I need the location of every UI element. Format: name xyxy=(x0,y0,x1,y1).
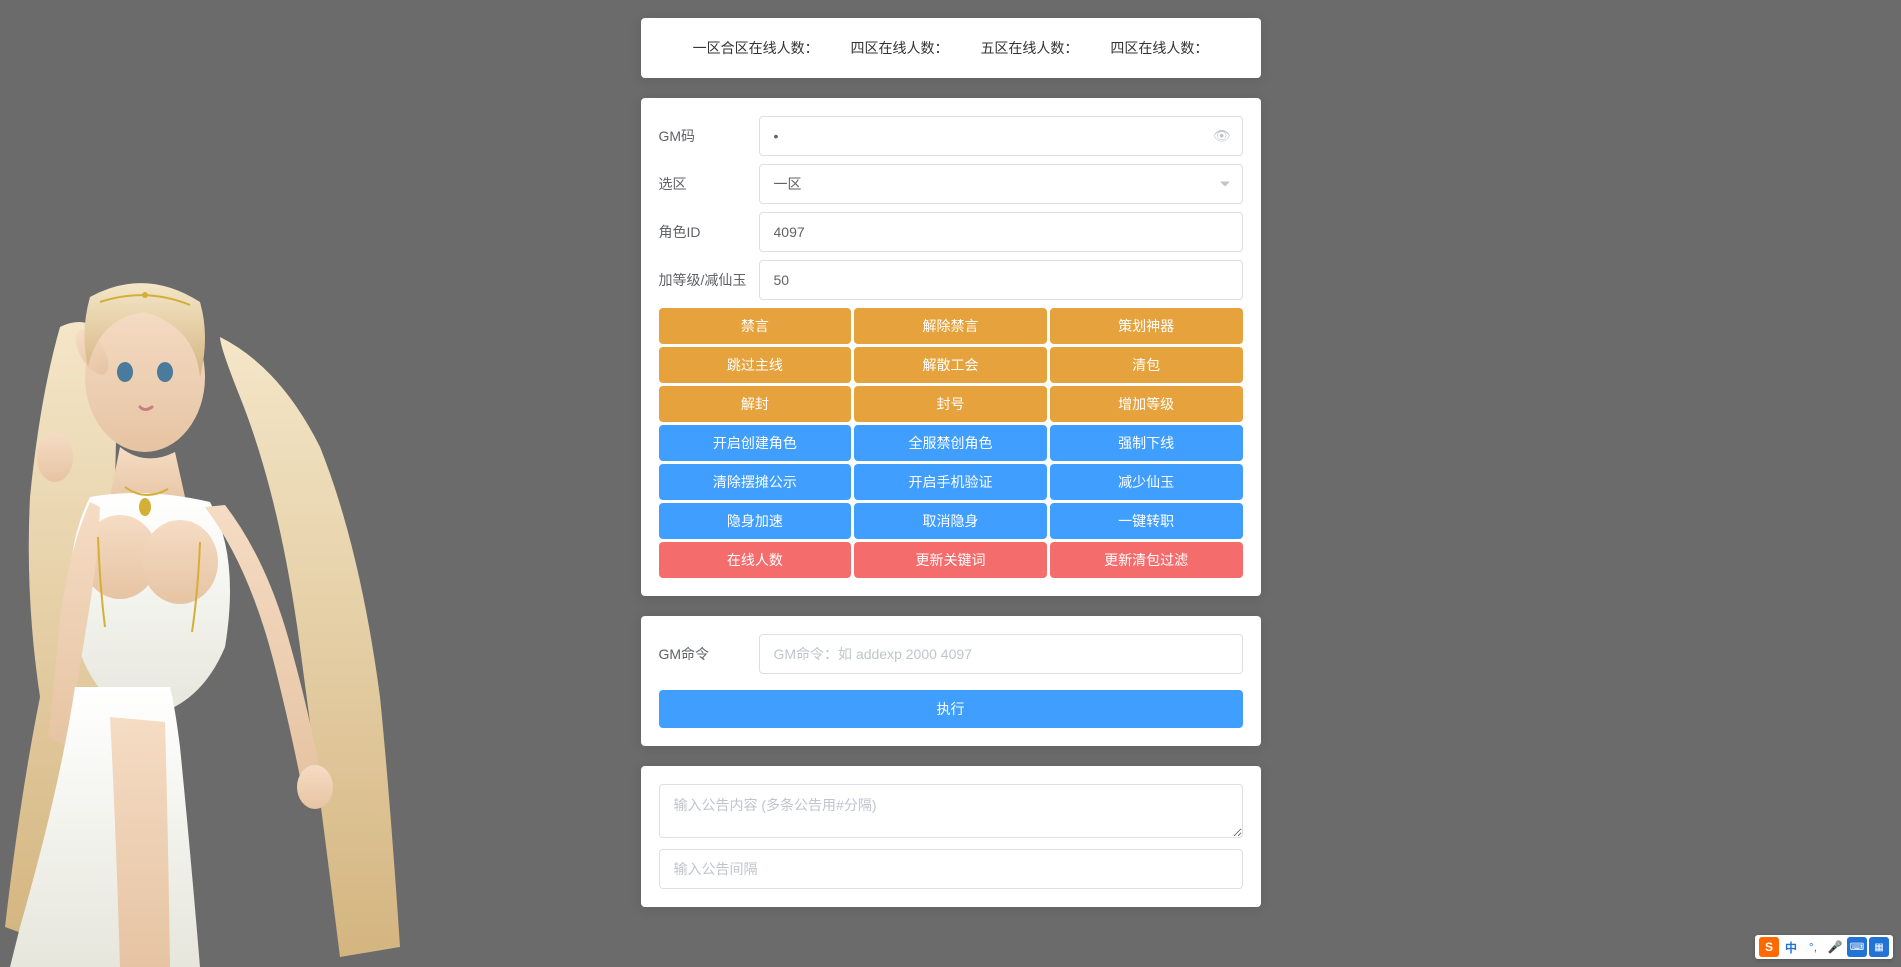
eye-icon[interactable]: 👁 xyxy=(1213,128,1231,145)
grid-icon[interactable]: ▦ xyxy=(1869,937,1889,957)
add-level-button[interactable]: 增加等级 xyxy=(1050,386,1243,422)
sogou-logo-icon[interactable]: S xyxy=(1759,937,1779,957)
zone1-status: 一区合区在线人数： xyxy=(693,40,819,56)
reduce-jade-button[interactable]: 减少仙玉 xyxy=(1050,464,1243,500)
announce-interval-input[interactable] xyxy=(659,849,1243,889)
enable-phone-verify-button[interactable]: 开启手机验证 xyxy=(854,464,1047,500)
open-create-role-button[interactable]: 开启创建角色 xyxy=(659,425,852,461)
gm-command-label: GM命令 xyxy=(659,644,759,664)
disband-guild-button[interactable]: 解散工会 xyxy=(854,347,1047,383)
skip-main-button[interactable]: 跳过主线 xyxy=(659,347,852,383)
ban-button[interactable]: 封号 xyxy=(854,386,1047,422)
clear-bag-button[interactable]: 清包 xyxy=(1050,347,1243,383)
level-jade-input[interactable] xyxy=(759,260,1243,300)
force-offline-button[interactable]: 强制下线 xyxy=(1050,425,1243,461)
character-illustration xyxy=(0,247,420,967)
zone4b-status: 四区在线人数： xyxy=(1110,40,1208,56)
ime-punct-icon[interactable]: °, xyxy=(1803,937,1823,957)
gm-code-input[interactable] xyxy=(759,116,1243,156)
server-ban-create-button[interactable]: 全服禁创角色 xyxy=(854,425,1047,461)
unmute-button[interactable]: 解除禁言 xyxy=(854,308,1047,344)
unban-button[interactable]: 解封 xyxy=(659,386,852,422)
zone-selected-value: 一区 xyxy=(774,174,802,194)
zone4a-status: 四区在线人数： xyxy=(851,40,949,56)
online-status-line: 一区合区在线人数： 四区在线人数： 五区在线人数： 四区在线人数： xyxy=(665,38,1237,58)
mute-button[interactable]: 禁言 xyxy=(659,308,852,344)
zone-select[interactable]: 一区 xyxy=(759,164,1243,204)
role-id-label: 角色ID xyxy=(659,222,759,242)
keyboard-icon[interactable]: ⌨ xyxy=(1847,937,1867,957)
zone-label: 选区 xyxy=(659,174,759,194)
update-clear-filter-button[interactable]: 更新清包过滤 xyxy=(1050,542,1243,578)
announce-content-input[interactable] xyxy=(659,784,1243,838)
plan-artifact-button[interactable]: 策划神器 xyxy=(1050,308,1243,344)
stealth-speed-button[interactable]: 隐身加速 xyxy=(659,503,852,539)
ime-lang-toggle[interactable]: 中 xyxy=(1781,937,1801,957)
online-count-button[interactable]: 在线人数 xyxy=(659,542,852,578)
status-header-card: 一区合区在线人数： 四区在线人数： 五区在线人数： 四区在线人数： xyxy=(641,18,1261,78)
gm-form-card: GM码 👁 选区 一区 角色ID 加等级/减仙玉 xyxy=(641,98,1261,596)
mic-icon[interactable]: 🎤 xyxy=(1825,937,1845,957)
gm-command-card: GM命令 执行 xyxy=(641,616,1261,746)
zone5-status: 五区在线人数： xyxy=(980,40,1078,56)
update-keywords-button[interactable]: 更新关键词 xyxy=(854,542,1047,578)
announce-card xyxy=(641,766,1261,907)
change-job-button[interactable]: 一键转职 xyxy=(1050,503,1243,539)
clear-stall-button[interactable]: 清除摆摊公示 xyxy=(659,464,852,500)
execute-button[interactable]: 执行 xyxy=(659,690,1243,728)
level-jade-label: 加等级/减仙玉 xyxy=(659,270,759,290)
gm-command-input[interactable] xyxy=(759,634,1243,674)
gm-code-label: GM码 xyxy=(659,126,759,146)
role-id-input[interactable] xyxy=(759,212,1243,252)
ime-toolbar[interactable]: S 中 °, 🎤 ⌨ ▦ xyxy=(1755,935,1893,959)
cancel-stealth-button[interactable]: 取消隐身 xyxy=(854,503,1047,539)
